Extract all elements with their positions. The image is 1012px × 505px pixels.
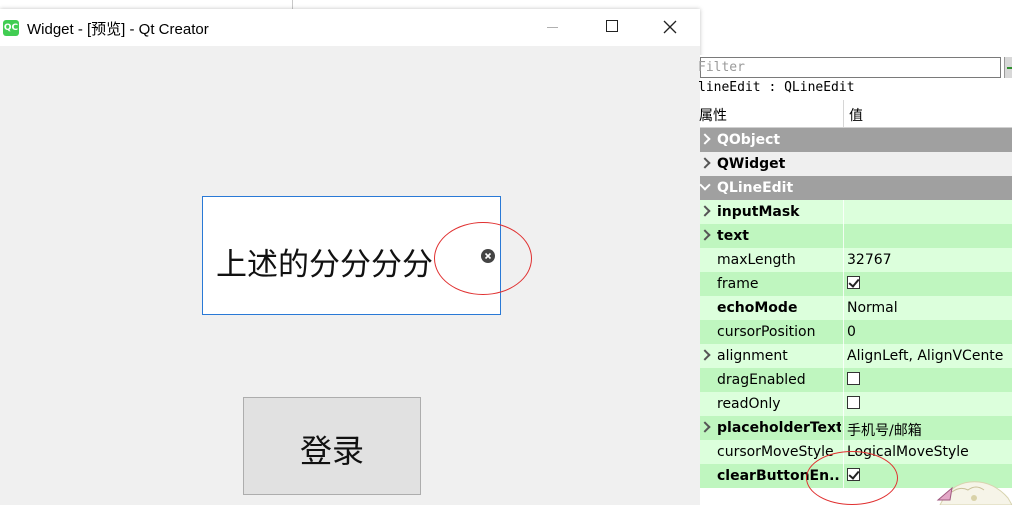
filter-input[interactable]: Filter <box>698 57 1001 78</box>
login-button[interactable]: 登录 <box>243 397 421 495</box>
object-class-label: lineEdit : QLineEdit <box>698 80 855 95</box>
property-row[interactable]: QLineEdit <box>699 176 1012 200</box>
chevron-right-icon[interactable] <box>699 421 711 433</box>
property-row[interactable]: cursorPosition 0 <box>700 320 1012 344</box>
column-divider <box>843 248 844 272</box>
column-divider <box>843 224 844 248</box>
input-text: 上述的分分分分 <box>216 247 433 283</box>
column-divider <box>843 296 844 320</box>
add-filter-button[interactable] <box>1004 57 1012 78</box>
column-divider <box>843 368 844 392</box>
property-name: maxLength <box>717 252 796 268</box>
property-value[interactable]: 0 <box>847 324 856 340</box>
header-value: 值 <box>849 108 863 124</box>
property-name: cursorPosition <box>717 324 816 340</box>
annotation-ellipse-clear-button <box>806 451 898 505</box>
property-value[interactable]: 32767 <box>847 252 892 268</box>
property-checkbox[interactable] <box>847 276 860 289</box>
chevron-right-icon[interactable] <box>699 205 711 217</box>
property-editor: Filter lineEdit : QLineEdit 属性 值 QObject… <box>698 55 1012 505</box>
column-divider <box>843 272 844 296</box>
chevron-right-icon[interactable] <box>699 349 711 361</box>
property-row[interactable]: inputMask <box>699 200 1012 224</box>
filter-placeholder: Filter <box>698 60 745 75</box>
property-name: frame <box>717 276 759 292</box>
chevron-right-icon[interactable] <box>699 157 711 169</box>
property-row[interactable]: maxLength 32767 <box>700 248 1012 272</box>
property-name: inputMask <box>717 204 800 220</box>
close-icon <box>663 20 677 34</box>
column-divider <box>843 200 844 224</box>
property-value[interactable]: AlignLeft, AlignVCente <box>847 348 1003 364</box>
property-name: QObject <box>717 132 781 148</box>
property-name: QLineEdit <box>717 180 794 196</box>
column-divider <box>843 344 844 368</box>
login-button-label: 登录 <box>299 432 364 470</box>
annotation-ellipse-clear-icon <box>434 222 532 295</box>
property-row[interactable]: QObject <box>699 128 1012 152</box>
close-button[interactable] <box>642 9 700 46</box>
property-name: placeholderText <box>717 420 841 436</box>
minimize-button[interactable] <box>524 9 582 46</box>
property-value[interactable]: 手机号/邮箱 <box>847 420 922 440</box>
property-name: QWidget <box>717 156 786 172</box>
chevron-right-icon[interactable] <box>699 133 711 145</box>
property-row[interactable]: dragEnabled <box>700 368 1012 392</box>
preview-window: QC Widget - [预览] - Qt Creator 上述的分分分分 登录 <box>0 9 700 505</box>
anime-sticker-image <box>930 476 1012 505</box>
title-bar[interactable]: QC Widget - [预览] - Qt Creator <box>0 9 700 46</box>
property-name: alignment <box>717 348 788 364</box>
property-header: 属性 值 <box>699 100 1012 128</box>
property-row[interactable]: echoMode Normal <box>700 296 1012 320</box>
property-row[interactable]: placeholderText 手机号/邮箱 <box>699 416 1012 440</box>
chevron-down-icon[interactable] <box>699 179 711 191</box>
header-property: 属性 <box>699 108 727 124</box>
property-checkbox[interactable] <box>847 372 860 385</box>
property-name: text <box>717 228 749 244</box>
property-name: readOnly <box>717 396 781 412</box>
property-value[interactable]: Normal <box>847 300 898 316</box>
qt-creator-logo-icon: QC <box>3 20 19 36</box>
property-row[interactable]: frame <box>700 272 1012 296</box>
property-row[interactable]: QWidget <box>699 152 1012 176</box>
header-divider <box>843 100 844 127</box>
property-name: echoMode <box>717 300 798 316</box>
window-title: Widget - [预览] - Qt Creator <box>27 21 209 38</box>
property-checkbox[interactable] <box>847 396 860 409</box>
property-name: dragEnabled <box>717 372 806 388</box>
maximize-button[interactable] <box>583 9 641 46</box>
property-row[interactable]: text <box>699 224 1012 248</box>
column-divider <box>843 320 844 344</box>
property-row[interactable]: readOnly <box>700 392 1012 416</box>
property-row[interactable]: alignment AlignLeft, AlignVCente <box>699 344 1012 368</box>
chevron-right-icon[interactable] <box>699 229 711 241</box>
column-divider <box>843 392 844 416</box>
column-divider <box>843 416 844 440</box>
